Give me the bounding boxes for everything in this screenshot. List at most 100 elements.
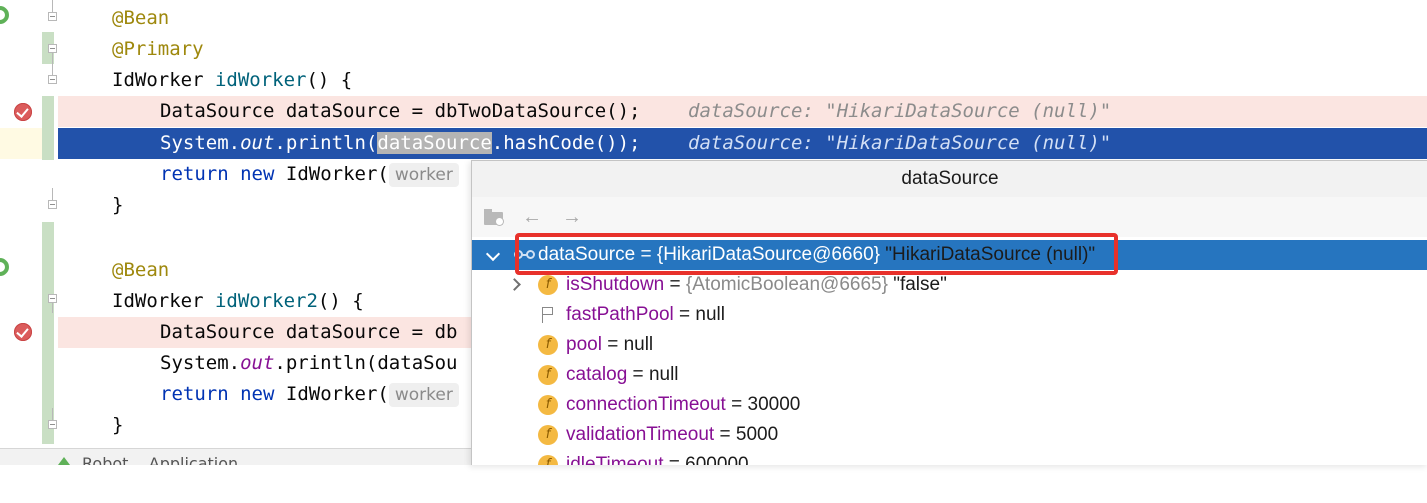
code-text: IdWorker( xyxy=(285,163,389,185)
tree-equals: = xyxy=(725,394,748,415)
method-name: idWorker2 xyxy=(214,290,318,312)
tree-equals: = xyxy=(714,424,736,445)
variable-name: dataSource xyxy=(285,100,401,122)
code-text: println( xyxy=(285,132,378,154)
debug-value-popup[interactable]: dataSource ← → dataSource = {HikariDataS… xyxy=(471,160,1427,465)
field-icon: f xyxy=(538,335,558,355)
tree-node[interactable]: fastPathPool = null xyxy=(472,300,1427,330)
method-name: idWorker xyxy=(214,69,307,91)
tree-node[interactable]: f pool = null xyxy=(472,330,1427,360)
code-line[interactable]: @Primary xyxy=(58,34,1427,65)
variable-name: dataSource xyxy=(538,244,636,265)
field-value: 5000 xyxy=(735,424,779,445)
field-name: isShutdown xyxy=(566,274,665,295)
type-name: DataSource xyxy=(160,100,275,122)
editor-gutter xyxy=(0,0,58,464)
code-text: IdWorker( xyxy=(285,383,389,405)
keyword: return xyxy=(160,383,229,405)
field-icon: f xyxy=(538,275,558,295)
field-value: null xyxy=(695,304,725,325)
field-name: idleTimeout xyxy=(566,454,664,465)
tree-equals: = xyxy=(627,364,649,385)
field-value: 600000 xyxy=(685,454,749,465)
selected-expression[interactable]: dataSource xyxy=(377,132,492,154)
inline-debug-value: dataSource: "HikariDataSource (null)" xyxy=(688,132,1112,154)
tree-node[interactable]: f connectionTimeout = 30000 xyxy=(472,390,1427,420)
current-line-gutter xyxy=(0,128,42,159)
tree-node[interactable]: f isShutdown = {AtomicBoolean@6665} "fal… xyxy=(472,270,1427,300)
collapse-chevron-icon[interactable] xyxy=(485,240,502,270)
code-text: .hashCode()); xyxy=(491,132,641,154)
annotation: @Primary xyxy=(112,38,204,60)
code-text: System. xyxy=(160,132,241,154)
code-line[interactable]: IdWorker idWorker() { xyxy=(58,65,1427,96)
breakpoint-line[interactable]: DataSource dataSource = dbTwoDataSource(… xyxy=(58,96,1427,127)
field-name: fastPathPool xyxy=(566,304,674,325)
field-value: 30000 xyxy=(747,394,801,415)
annotation: @Bean xyxy=(112,259,170,281)
keyword: new xyxy=(240,163,275,185)
expand-chevron-icon[interactable] xyxy=(508,270,526,300)
variable-string: "HikariDataSource (null)" xyxy=(885,244,1096,265)
code-text: . xyxy=(274,352,286,374)
code-line[interactable]: @Bean xyxy=(58,3,1427,34)
breakpoint-icon[interactable] xyxy=(14,103,32,121)
keyword: return xyxy=(160,163,229,185)
static-field: out xyxy=(240,132,275,154)
code-text: () { xyxy=(317,290,364,312)
spring-bean-icon[interactable] xyxy=(0,254,13,280)
code-text: = xyxy=(400,100,435,122)
tree-equals: = xyxy=(635,244,657,265)
tree-node-root[interactable]: dataSource = {HikariDataSource@6660} "Hi… xyxy=(472,240,1427,270)
navigate-to-source-icon[interactable] xyxy=(484,207,504,227)
parameter-hint: worker xyxy=(388,162,459,187)
back-arrow-icon[interactable]: ← xyxy=(522,207,542,227)
type-name: DataSource xyxy=(160,321,275,343)
bottom-tab-bar[interactable]: Robot... Application... xyxy=(0,448,472,465)
popup-title[interactable]: dataSource xyxy=(472,161,1427,197)
field-name: validationTimeout xyxy=(566,424,715,445)
vcs-change-marker[interactable] xyxy=(42,96,54,160)
field-value: null xyxy=(648,364,679,385)
field-string: "false" xyxy=(893,274,947,295)
tree-equals: = xyxy=(664,274,686,295)
watch-icon xyxy=(514,247,538,263)
tree-node[interactable]: f validationTimeout = 5000 xyxy=(472,420,1427,450)
type-name: IdWorker xyxy=(112,290,204,312)
code-text: } xyxy=(112,194,124,216)
code-text: = xyxy=(400,321,435,343)
forward-arrow-icon[interactable]: → xyxy=(562,207,582,227)
field-value: {AtomicBoolean@6665} xyxy=(685,274,894,295)
tree-equals: = xyxy=(663,454,686,465)
code-text: db xyxy=(434,321,458,343)
breakpoint-icon[interactable] xyxy=(14,323,32,341)
field-icon: f xyxy=(538,395,558,415)
field-value: null xyxy=(623,334,654,355)
variable-value: {HikariDataSource@6660} xyxy=(656,244,886,265)
code-text: () { xyxy=(306,69,353,91)
flag-icon xyxy=(540,306,556,324)
static-field: out xyxy=(240,352,275,374)
spring-bean-icon[interactable] xyxy=(0,2,13,28)
tree-equals: = xyxy=(601,334,624,355)
field-name: connectionTimeout xyxy=(566,394,726,415)
popup-toolbar: ← → xyxy=(472,197,1427,237)
code-text: . xyxy=(274,132,286,154)
tree-equals: = xyxy=(673,304,696,325)
tree-node[interactable]: f idleTimeout = 600000 xyxy=(472,450,1427,465)
tree-node[interactable]: f catalog = null xyxy=(472,360,1427,390)
field-icon: f xyxy=(538,365,558,385)
code-text: System. xyxy=(160,352,241,374)
type-name: IdWorker xyxy=(112,69,204,91)
annotation: @Bean xyxy=(112,7,170,29)
field-name: catalog xyxy=(566,364,628,385)
code-text: dbTwoDataSource(); xyxy=(434,100,641,122)
code-text: println(dataSou xyxy=(285,352,458,374)
field-icon: f xyxy=(538,425,558,445)
variable-name: dataSource xyxy=(285,321,401,343)
field-name: pool xyxy=(566,334,602,355)
inline-debug-value: dataSource: "HikariDataSource (null)" xyxy=(688,100,1112,122)
code-text: } xyxy=(112,414,124,436)
parameter-hint: worker xyxy=(388,382,459,407)
current-execution-line[interactable]: System.out.println(dataSource.hashCode()… xyxy=(58,128,1427,159)
